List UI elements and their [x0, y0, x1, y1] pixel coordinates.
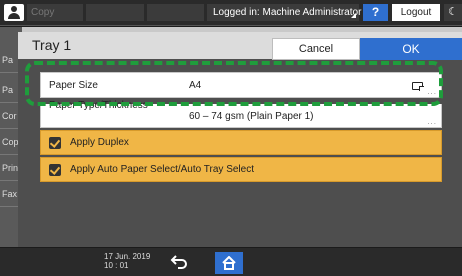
app-name[interactable]: Copy	[27, 4, 83, 21]
home-icon	[222, 256, 236, 270]
dialog-header: Tray 1 Cancel OK	[18, 32, 462, 60]
checkbox-checked-icon[interactable]	[49, 137, 61, 149]
dialog-title: Tray 1	[32, 37, 72, 53]
status-slot	[147, 4, 204, 21]
energy-saver-icon[interactable]: ☾	[444, 4, 462, 21]
back-icon[interactable]	[170, 253, 188, 269]
apply-duplex-option[interactable]: Apply Duplex	[40, 130, 442, 155]
home-button[interactable]	[215, 252, 243, 274]
apply-auto-paper-select-option[interactable]: Apply Auto Paper Select/Auto Tray Select	[40, 157, 442, 182]
date-time: 17 Jun. 2019 10 : 01	[104, 252, 150, 270]
help-button[interactable]: ?	[363, 4, 388, 21]
highlight-frame	[25, 61, 443, 106]
cancel-button[interactable]: Cancel	[272, 38, 360, 60]
ok-button[interactable]: OK	[360, 38, 462, 60]
more-dots: ...	[427, 117, 437, 126]
user-icon[interactable]	[4, 4, 24, 21]
time-text: 10 : 01	[104, 261, 129, 270]
bottom-bar: 17 Jun. 2019 10 : 01	[0, 248, 462, 276]
login-status[interactable]: Logged in: Machine Administrator	[207, 4, 361, 21]
paper-type-row[interactable]: Paper Type/Thickness 60 – 74 gsm (Plain …	[40, 100, 442, 128]
paper-type-value: 60 – 74 gsm (Plain Paper 1)	[189, 111, 314, 122]
apply-auto-paper-select-label: Apply Auto Paper Select/Auto Tray Select	[70, 164, 254, 175]
top-bar: Copy Logged in: Machine Administrator ? …	[0, 0, 462, 26]
checkbox-checked-icon[interactable]	[49, 164, 61, 176]
status-slot	[86, 4, 144, 21]
logout-button[interactable]: Logout	[392, 4, 440, 21]
apply-duplex-label: Apply Duplex	[70, 137, 129, 148]
date-text: 17 Jun. 2019	[104, 252, 151, 261]
